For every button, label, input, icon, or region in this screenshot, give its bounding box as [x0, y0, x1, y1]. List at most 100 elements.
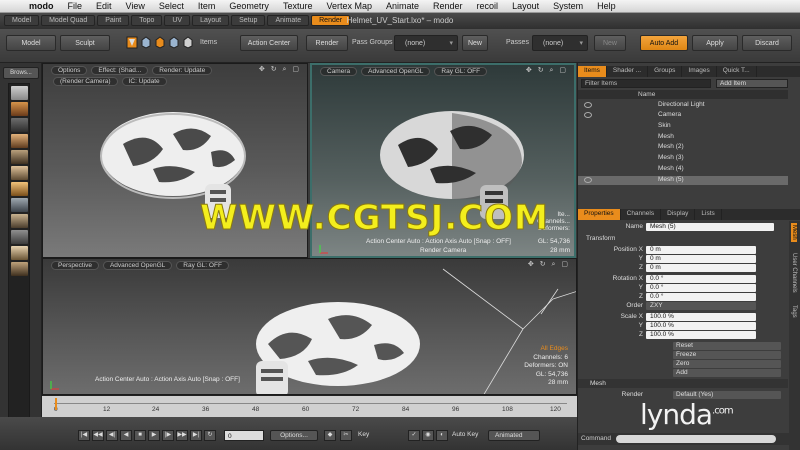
auto-key-icon[interactable]: ✓	[408, 430, 420, 441]
preset-thumbnail[interactable]	[11, 86, 28, 100]
play-reverse-icon[interactable]: ◀	[120, 430, 132, 441]
stop-icon[interactable]: ■	[134, 430, 146, 441]
visibility-eye-icon[interactable]	[584, 102, 592, 108]
scale-z-field[interactable]: 100.0 %	[646, 331, 756, 339]
item-mode-icon[interactable]	[182, 36, 194, 49]
position-y-field[interactable]: 0 m	[646, 255, 756, 263]
play-icon[interactable]: ▶	[148, 430, 160, 441]
preset-thumbnail[interactable]	[11, 102, 28, 116]
viewport-nav-icons[interactable]: ✥ ↻ ⌕ ▢	[526, 66, 568, 75]
tab-channels[interactable]: Channels	[621, 209, 662, 220]
perspective-chip[interactable]: Perspective	[51, 261, 99, 270]
menu-help[interactable]: Help	[590, 1, 623, 11]
camera-chip[interactable]: Camera	[320, 67, 358, 76]
menu-animate[interactable]: Animate	[379, 1, 426, 11]
item-select-icon[interactable]	[126, 36, 138, 49]
render-button[interactable]: Render	[306, 35, 348, 51]
tab-setup[interactable]: Setup	[231, 15, 266, 26]
menu-layout[interactable]: Layout	[505, 1, 546, 11]
go-to-end-icon[interactable]: ▶|	[190, 430, 202, 441]
preset-thumbnail[interactable]	[11, 262, 28, 276]
rotation-order-select[interactable]: ZXY	[646, 302, 756, 310]
passes-select[interactable]: (none)	[532, 35, 588, 51]
perspective-viewport[interactable]: Perspective Advanced OpenGL Ray GL: OFF …	[42, 258, 577, 395]
next-key-icon[interactable]: ▶▶	[176, 430, 188, 441]
mesh-section-header[interactable]: Mesh	[578, 379, 788, 388]
options-button[interactable]: Options...	[270, 430, 318, 441]
visibility-eye-icon[interactable]	[584, 112, 592, 118]
raygl-chip[interactable]: Ray GL: OFF	[176, 261, 229, 270]
action-center-dropdown[interactable]: Action Center	[240, 35, 298, 51]
key-label[interactable]: Key	[358, 431, 369, 438]
tab-shader[interactable]: Shader ...	[607, 66, 649, 77]
animated-dropdown[interactable]: Animated	[488, 430, 540, 441]
ic-update-chip[interactable]: IC: Update	[121, 77, 167, 86]
preset-thumbnail[interactable]	[11, 214, 28, 228]
loop-icon[interactable]: ↻	[204, 430, 216, 441]
freeze-dropdown[interactable]: Freeze	[673, 351, 781, 359]
item-row-skin[interactable]: Skin	[578, 122, 788, 131]
menu-select[interactable]: Select	[152, 1, 191, 11]
preset-thumbnail[interactable]	[11, 118, 28, 132]
menu-geometry[interactable]: Geometry	[222, 1, 276, 11]
scale-y-field[interactable]: 100.0 %	[646, 322, 756, 330]
scale-x-field[interactable]: 100.0 %	[646, 313, 756, 321]
opengl-chip[interactable]: Advanced OpenGL	[102, 261, 173, 270]
auto-key-label[interactable]: Auto Key	[452, 431, 478, 438]
preset-thumbnail-strip[interactable]	[8, 83, 30, 443]
viewport-render-chip[interactable]: Render: Update	[152, 66, 213, 75]
menu-system[interactable]: System	[546, 1, 590, 11]
zero-dropdown[interactable]: Zero	[673, 360, 781, 368]
item-row-mesh-3[interactable]: Mesh (3)	[578, 154, 788, 163]
transform-header[interactable]: Transform	[586, 235, 615, 242]
preset-thumbnail[interactable]	[11, 246, 28, 260]
position-z-field[interactable]: 0 m	[646, 264, 756, 272]
polygon-mode-icon[interactable]	[168, 36, 180, 49]
item-row-mesh-2[interactable]: Mesh (2)	[578, 143, 788, 152]
prev-frame-icon[interactable]: ◀|	[106, 430, 118, 441]
viewport-nav-icons[interactable]: ✥ ↻ ⌕ ▢	[259, 65, 301, 74]
discard-button[interactable]: Discard	[742, 35, 792, 51]
add-dropdown[interactable]: Add	[673, 369, 781, 377]
tab-images[interactable]: Images	[682, 66, 717, 77]
menu-render[interactable]: Render	[426, 1, 470, 11]
tab-items[interactable]: Items	[578, 66, 607, 77]
add-item-dropdown[interactable]: Add Item	[716, 79, 788, 88]
keyframe-icon[interactable]: ◆	[324, 430, 336, 441]
menu-app[interactable]: modo	[22, 1, 61, 11]
reset-dropdown[interactable]: Reset	[673, 342, 781, 350]
raygl-chip[interactable]: Ray GL: OFF	[434, 67, 488, 76]
item-row-mesh-4[interactable]: Mesh (4)	[578, 165, 788, 174]
edge-mode-icon[interactable]	[154, 36, 166, 49]
prev-key-icon[interactable]: ◀◀	[92, 430, 104, 441]
auto-add-button[interactable]: Auto Add	[640, 35, 688, 51]
current-frame-field[interactable]: 0	[224, 430, 264, 441]
visibility-eye-icon[interactable]	[584, 177, 592, 183]
key-scissors-icon[interactable]: ✂	[340, 430, 352, 441]
tab-quick[interactable]: Quick T...	[717, 66, 757, 77]
viewport-effect-chip[interactable]: Effect: (Shad...	[91, 66, 149, 75]
preset-thumbnail[interactable]	[11, 230, 28, 244]
preset-thumbnail[interactable]	[11, 134, 28, 148]
preset-thumbnail[interactable]	[11, 198, 28, 212]
name-column-header[interactable]: Name	[638, 91, 655, 98]
new-pass-group-button[interactable]: New	[462, 35, 488, 51]
new-pass-button[interactable]: New	[594, 35, 626, 51]
position-x-field[interactable]: 0 m	[646, 246, 756, 254]
menu-view[interactable]: View	[119, 1, 152, 11]
menu-recoil[interactable]: recoil	[470, 1, 506, 11]
apply-button[interactable]: Apply	[692, 35, 738, 51]
item-row-mesh[interactable]: Mesh	[578, 133, 788, 142]
preset-thumbnail[interactable]	[11, 182, 28, 196]
render-camera-chip[interactable]: (Render Camera)	[53, 77, 118, 86]
tab-uv[interactable]: UV	[164, 15, 191, 26]
filter-items-dropdown[interactable]: Filter Items	[581, 79, 711, 88]
tab-model-quad[interactable]: Model Quad	[41, 15, 96, 26]
timeline-playhead[interactable]	[55, 398, 57, 410]
preset-thumbnail[interactable]	[11, 166, 28, 180]
key-channel-icon[interactable]: ◉	[422, 430, 434, 441]
command-input[interactable]	[616, 435, 776, 443]
tab-properties[interactable]: Properties	[578, 209, 621, 220]
viewport-options-chip[interactable]: Options	[51, 66, 88, 75]
tab-layout[interactable]: Layout	[192, 15, 230, 26]
